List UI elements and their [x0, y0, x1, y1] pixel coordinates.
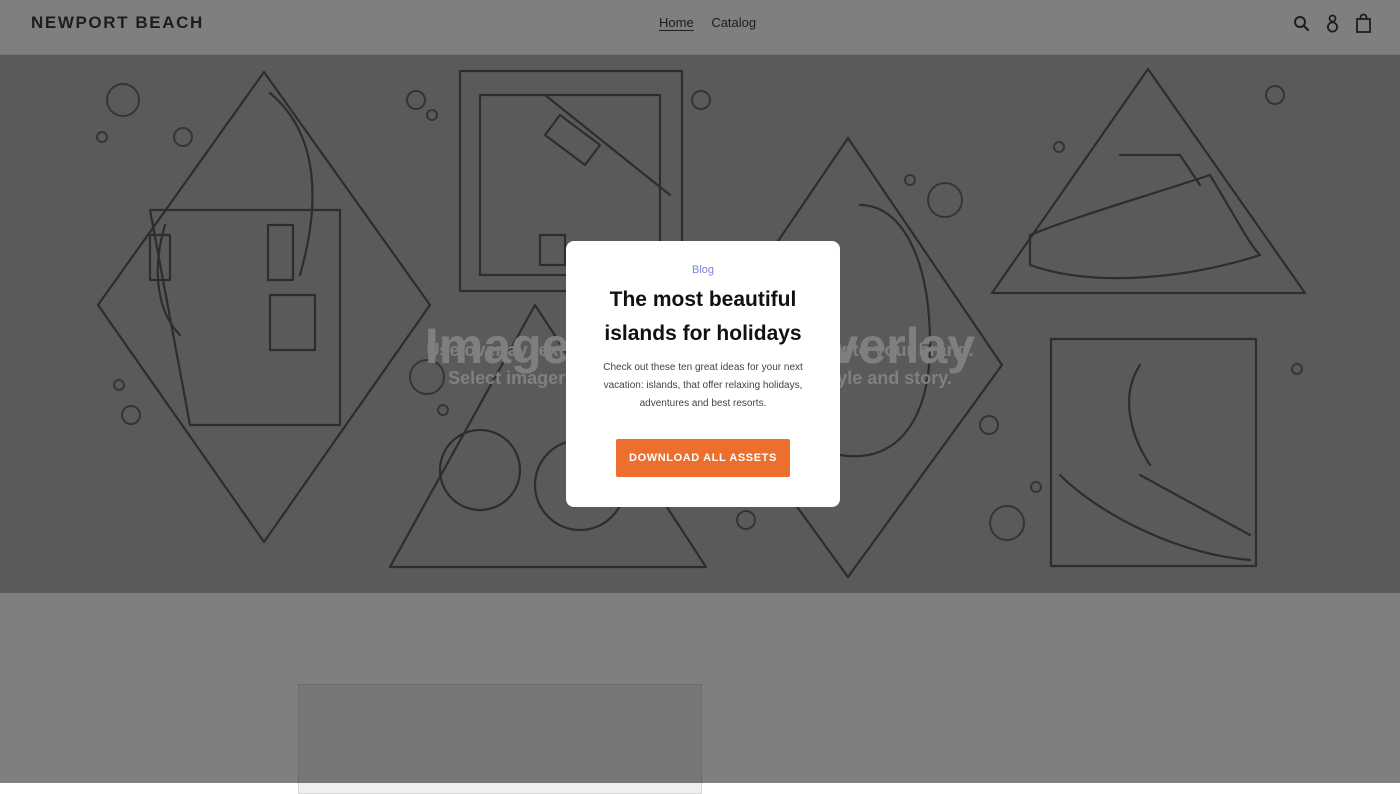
download-all-assets-button[interactable]: DOWNLOAD ALL ASSETS [616, 439, 790, 477]
modal-description: Check out these ten great ideas for your… [603, 362, 803, 409]
popup-modal: Blog The most beautiful islands for holi… [566, 241, 840, 507]
modal-category-link[interactable]: Blog [566, 264, 840, 276]
modal-title: The most beautiful islands for holidays [604, 288, 802, 345]
